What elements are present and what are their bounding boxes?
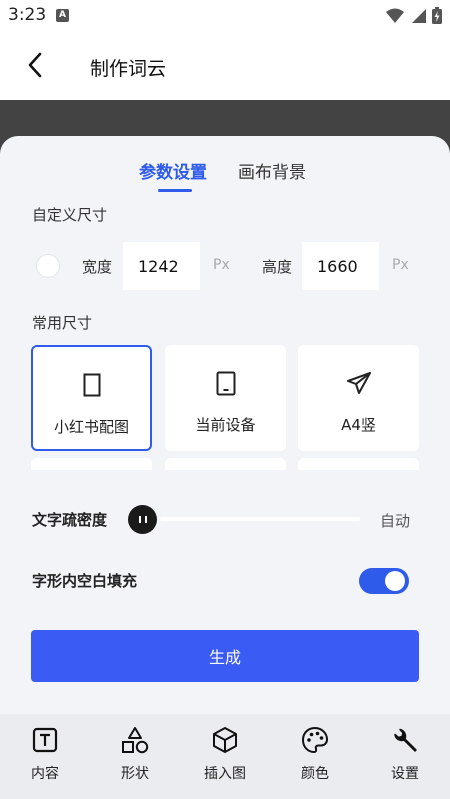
nav-label: 颜色 [301,766,329,782]
density-label: 文字疏密度 [32,511,108,529]
portrait-frame-icon [83,373,100,397]
size-card-current-device[interactable]: 当前设备 [165,345,286,451]
density-value: 自动 [380,512,411,530]
height-input[interactable] [302,242,379,290]
size-card-peek[interactable] [165,458,286,470]
nav-item-color[interactable]: 颜色 [270,726,360,783]
text-box-icon [32,727,58,753]
size-card-label: 小红书配图 [53,418,129,436]
palette-icon [301,726,329,754]
wrench-icon [394,728,417,752]
size-card-peek[interactable] [31,458,152,470]
nav-label: 内容 [31,766,59,782]
shapes-icon [122,727,149,754]
battery-charging-icon [432,7,442,24]
phone-icon [216,371,235,396]
back-arrow-icon [28,52,42,78]
bottom-nav: 内容 形状 插入图 颜色 设置 [0,714,450,799]
height-unit: Px [392,257,409,273]
custom-size-row: 宽度 Px 高度 Px [0,242,450,290]
status-bar: 3:23 A [0,0,450,30]
tab-bar: 参数设置 画布背景 [0,158,450,198]
nav-label: 形状 [121,766,149,782]
nav-item-content[interactable]: 内容 [0,726,90,783]
nav-item-insert-image[interactable]: 插入图 [180,726,270,783]
size-card-xiaohongshu[interactable]: 小红书配图 [31,345,152,451]
generate-button[interactable]: 生成 [31,630,419,682]
status-time: 3:23 [8,5,47,25]
paper-plane-icon [346,372,371,394]
page-title: 制作词云 [90,58,167,80]
common-size-label: 常用尺寸 [32,314,93,332]
nav-label: 设置 [391,766,419,782]
cube-icon [213,727,237,753]
width-input[interactable] [123,242,200,290]
density-slider-thumb[interactable] [128,505,157,534]
custom-size-radio[interactable] [36,254,60,278]
nav-item-shape[interactable]: 形状 [90,726,180,783]
signal-icon [412,8,426,23]
density-slider-track[interactable] [160,517,360,521]
height-label: 高度 [262,258,293,276]
width-unit: Px [213,257,230,273]
size-card-label: A4竖 [341,416,376,434]
notification-a-icon: A [56,9,69,22]
width-label: 宽度 [82,258,113,276]
nav-item-settings[interactable]: 设置 [360,726,450,783]
tab-params[interactable]: 参数设置 [139,158,207,183]
back-button[interactable] [20,50,50,80]
nav-label: 插入图 [204,766,246,782]
custom-size-label: 自定义尺寸 [32,206,108,224]
tab-canvas-bg[interactable]: 画布背景 [238,158,306,183]
tab-indicator [158,189,192,192]
fill-blank-label: 字形内空白填充 [32,572,138,590]
size-card-peek[interactable] [298,458,419,470]
size-card-label: 当前设备 [195,416,256,434]
status-icons [386,7,442,24]
fill-blank-toggle[interactable] [359,568,409,594]
size-card-a4-portrait[interactable]: A4竖 [298,345,419,451]
wifi-icon [386,8,404,23]
settings-sheet: 参数设置 画布背景 自定义尺寸 宽度 Px 高度 Px 常用尺寸 小红书配图 当… [0,136,450,720]
app-bar: 制作词云 [0,30,450,100]
toggle-knob [385,571,405,591]
